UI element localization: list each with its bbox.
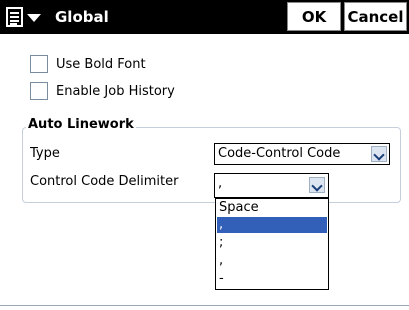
- document-icon: [6, 7, 23, 27]
- ok-button[interactable]: OK: [287, 2, 341, 31]
- cancel-button[interactable]: Cancel: [344, 2, 407, 31]
- delimiter-dropdown-list[interactable]: Space , ; , -: [215, 198, 329, 290]
- use-bold-font-label: Use Bold Font: [56, 56, 146, 72]
- delimiter-select-value: ,: [218, 176, 223, 191]
- enable-job-history-checkbox[interactable]: [30, 82, 48, 100]
- title-bar: Global OK Cancel: [0, 0, 409, 34]
- delimiter-select[interactable]: ,: [214, 173, 329, 198]
- window-title: Global: [55, 8, 109, 26]
- auto-linework-group: [22, 127, 401, 203]
- type-select[interactable]: Code-Control Code: [214, 143, 390, 165]
- type-label: Type: [30, 146, 60, 161]
- use-bold-font-option[interactable]: Use Bold Font: [30, 54, 146, 74]
- chevron-down-icon[interactable]: [309, 177, 325, 193]
- use-bold-font-checkbox[interactable]: [30, 55, 48, 73]
- bottom-divider: [0, 305, 409, 306]
- type-select-value: Code-Control Code: [218, 146, 341, 161]
- enable-job-history-option[interactable]: Enable Job History: [30, 81, 175, 101]
- caret-down-icon: [27, 14, 41, 22]
- auto-linework-title: Auto Linework: [26, 117, 136, 132]
- delimiter-option[interactable]: -: [217, 271, 327, 287]
- delimiter-option-selected[interactable]: ,: [217, 217, 327, 233]
- delimiter-option[interactable]: ;: [217, 235, 327, 251]
- control-code-delimiter-label: Control Code Delimiter: [30, 174, 179, 189]
- enable-job-history-label: Enable Job History: [56, 83, 175, 99]
- chevron-down-icon[interactable]: [371, 146, 387, 162]
- app-menu-button[interactable]: [2, 4, 51, 31]
- delimiter-option[interactable]: ,: [217, 253, 327, 269]
- delimiter-option[interactable]: Space: [217, 200, 327, 216]
